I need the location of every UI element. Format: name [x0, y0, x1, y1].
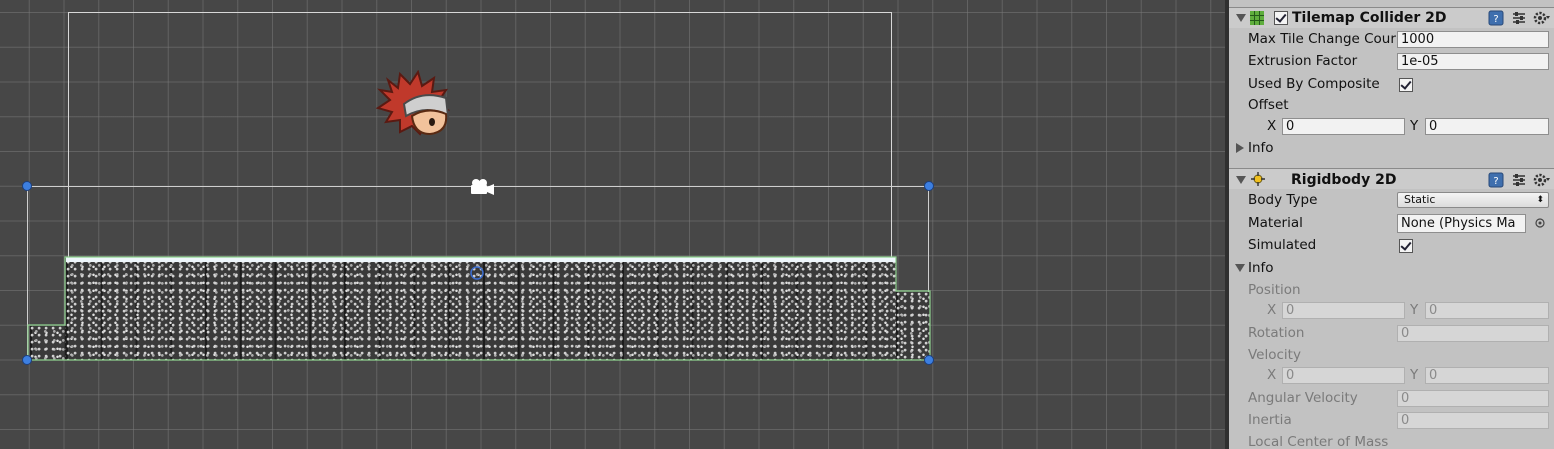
velocity-y-label: Y — [1410, 367, 1419, 383]
max-tile-change-label: Max Tile Change Cour — [1248, 31, 1396, 47]
rect-handle-bottom-right[interactable] — [924, 355, 934, 365]
position-y-label: Y — [1410, 302, 1419, 318]
inspector-panel: Tilemap Collider 2D ? Max Tile Change Co… — [1229, 0, 1554, 449]
tilemap-collider-icon — [1250, 11, 1264, 25]
svg-text:?: ? — [1493, 176, 1498, 187]
velocity-label: Velocity — [1248, 347, 1301, 363]
gear-icon[interactable] — [1533, 10, 1551, 26]
max-tile-change-field[interactable]: 1000 — [1397, 31, 1549, 48]
rigidbody-info-foldout-arrow-icon[interactable] — [1235, 264, 1245, 272]
extrusion-factor-label: Extrusion Factor — [1248, 53, 1358, 69]
offset-label: Offset — [1248, 97, 1289, 113]
velocity-y-field: 0 — [1425, 367, 1549, 384]
inertia-field: 0 — [1397, 412, 1549, 429]
rigidbody-preset-icon[interactable] — [1511, 172, 1527, 188]
rect-handle-top-left[interactable] — [22, 181, 32, 191]
rigidbody-help-icon[interactable]: ? — [1488, 172, 1504, 188]
inertia-label: Inertia — [1248, 412, 1292, 428]
extrusion-factor-field[interactable]: 1e-05 — [1397, 53, 1549, 70]
body-type-value: Static — [1404, 193, 1436, 206]
rigidbody-gear-icon[interactable] — [1533, 172, 1551, 188]
tilemap-collider-enabled-checkbox[interactable] — [1274, 11, 1288, 25]
body-type-label: Body Type — [1248, 192, 1318, 208]
player-character-sprite[interactable] — [376, 70, 454, 138]
svg-text:?: ? — [1493, 14, 1498, 25]
pivot-icon[interactable] — [469, 265, 485, 281]
used-by-composite-label: Used By Composite — [1248, 76, 1380, 92]
material-label: Material — [1248, 215, 1303, 231]
velocity-x-field: 0 — [1282, 367, 1405, 384]
collider-outline — [27, 256, 931, 361]
simulated-checkbox[interactable] — [1399, 239, 1413, 253]
position-y-field: 0 — [1425, 302, 1549, 319]
rigidbody-header[interactable]: Rigidbody 2D ? — [1229, 168, 1554, 189]
foldout-arrow-icon[interactable] — [1236, 14, 1246, 22]
help-icon[interactable]: ? — [1488, 10, 1504, 26]
tilemap-collider-title: Tilemap Collider 2D — [1292, 10, 1447, 26]
rigidbody-foldout-arrow-icon[interactable] — [1236, 176, 1246, 184]
tilemap-collider-header[interactable]: Tilemap Collider 2D ? — [1229, 7, 1554, 28]
scene-view[interactable] — [0, 0, 1225, 449]
offset-y-label: Y — [1410, 118, 1419, 134]
rect-handle-bottom-left[interactable] — [22, 355, 32, 365]
simulated-label: Simulated — [1248, 237, 1317, 253]
preset-icon[interactable] — [1511, 10, 1527, 26]
rect-handle-top-right[interactable] — [924, 181, 934, 191]
body-type-dropdown[interactable]: Static ⬍ — [1397, 192, 1549, 208]
camera-gizmo-icon[interactable] — [467, 177, 497, 197]
rigidbody-title: Rigidbody 2D — [1291, 172, 1397, 188]
rigidbody-icon — [1251, 172, 1265, 186]
object-picker-icon[interactable] — [1534, 217, 1546, 229]
velocity-x-label: X — [1267, 367, 1277, 383]
angular-velocity-label: Angular Velocity — [1248, 390, 1358, 406]
rotation-field: 0 — [1397, 325, 1549, 342]
position-label: Position — [1248, 282, 1301, 298]
position-x-field: 0 — [1282, 302, 1405, 319]
info-foldout-arrow-icon[interactable] — [1236, 143, 1244, 153]
offset-y-field[interactable]: 0 — [1425, 118, 1549, 135]
local-center-of-mass-label: Local Center of Mass — [1248, 434, 1389, 449]
used-by-composite-checkbox[interactable] — [1399, 78, 1413, 92]
offset-x-field[interactable]: 0 — [1282, 118, 1405, 135]
offset-x-label: X — [1267, 118, 1277, 134]
rotation-label: Rotation — [1248, 325, 1305, 341]
position-x-label: X — [1267, 302, 1277, 318]
dropdown-arrows-icon: ⬍ — [1536, 195, 1544, 205]
rigidbody-info-foldout[interactable]: Info — [1248, 260, 1274, 276]
tilemap-info-foldout[interactable]: Info — [1248, 140, 1274, 156]
material-field[interactable]: None (Physics Ma — [1397, 214, 1526, 233]
angular-velocity-field: 0 — [1397, 390, 1549, 407]
